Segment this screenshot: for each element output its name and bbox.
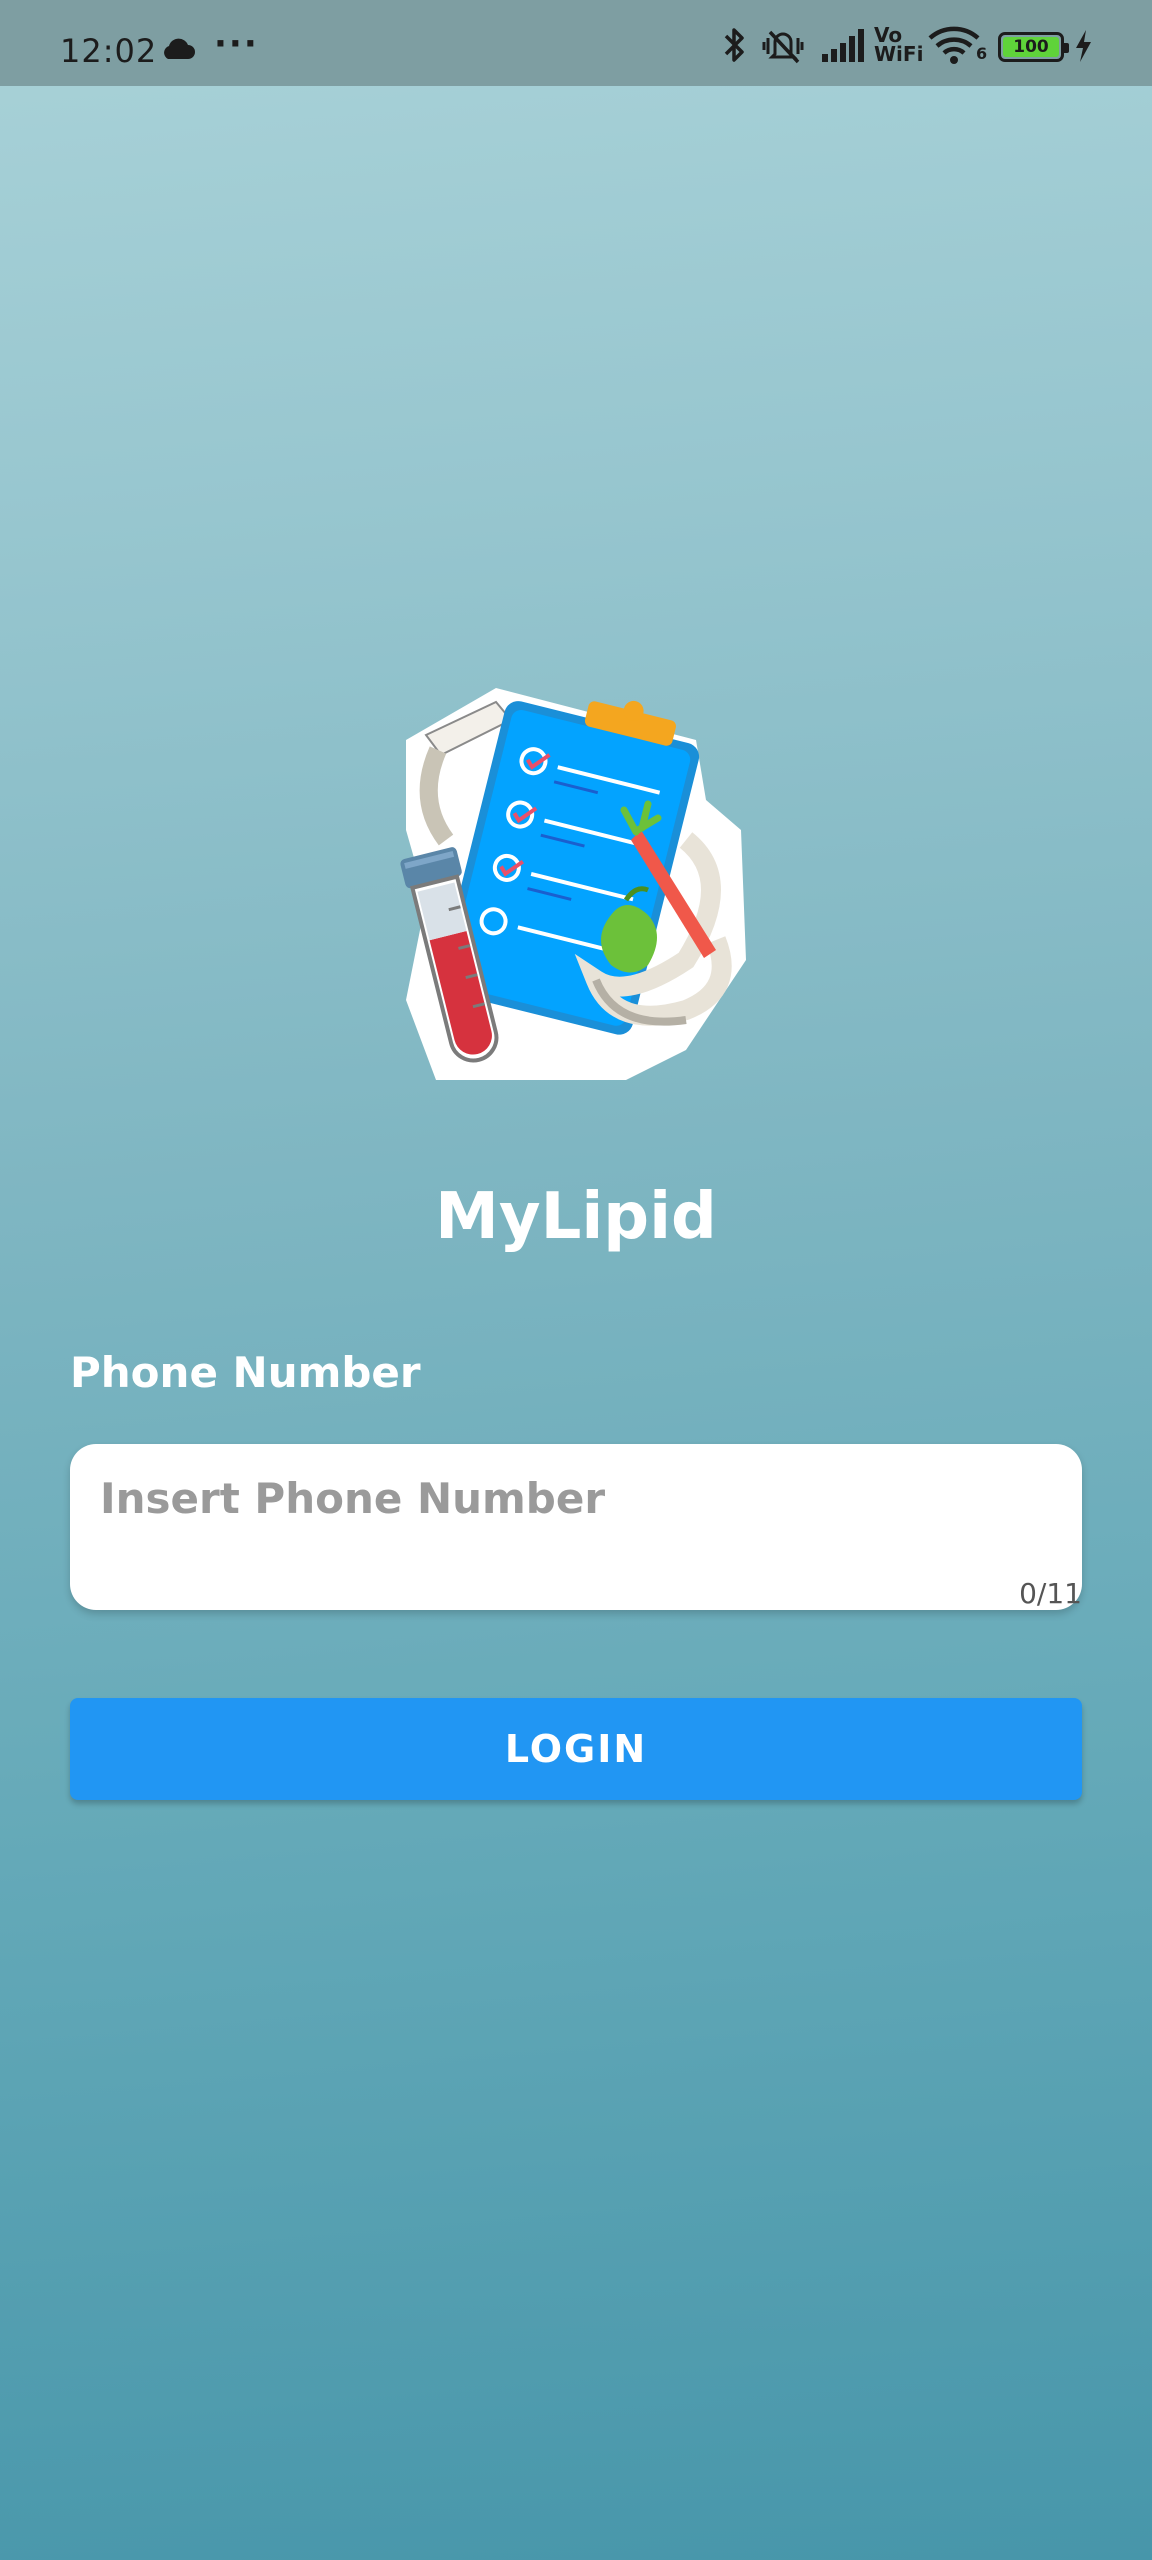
character-counter: 0/11 [1019,1577,1082,1610]
vowifi-icon: Vo WiFi [874,23,924,66]
bluetooth-icon [722,26,748,70]
app-title: MyLipid [435,1180,717,1254]
battery-fill: 100 [1003,37,1059,57]
phone-input-container[interactable]: 0/11 [70,1444,1082,1610]
status-icons: Vo WiFi 6 100 [722,23,1122,66]
signal-icon [820,26,866,70]
wifi-icon: 6 [926,26,988,70]
phone-number-label: Phone Number [70,1348,421,1397]
battery-icon: 100 [998,32,1069,62]
status-time: 12:02 [60,32,158,70]
status-bar: 12:02 ··· Vo WiFi 6 100 [0,0,1152,86]
phone-number-input[interactable] [100,1468,1040,1528]
cloud-icon [160,38,196,64]
login-button[interactable]: LOGIN [70,1698,1082,1800]
charging-icon [1072,26,1094,70]
silent-vibrate-icon [760,26,806,70]
wifi-badge: 6 [976,44,988,63]
more-dots-icon: ··· [214,24,259,64]
clipboard-health-logo-icon [386,680,766,1080]
